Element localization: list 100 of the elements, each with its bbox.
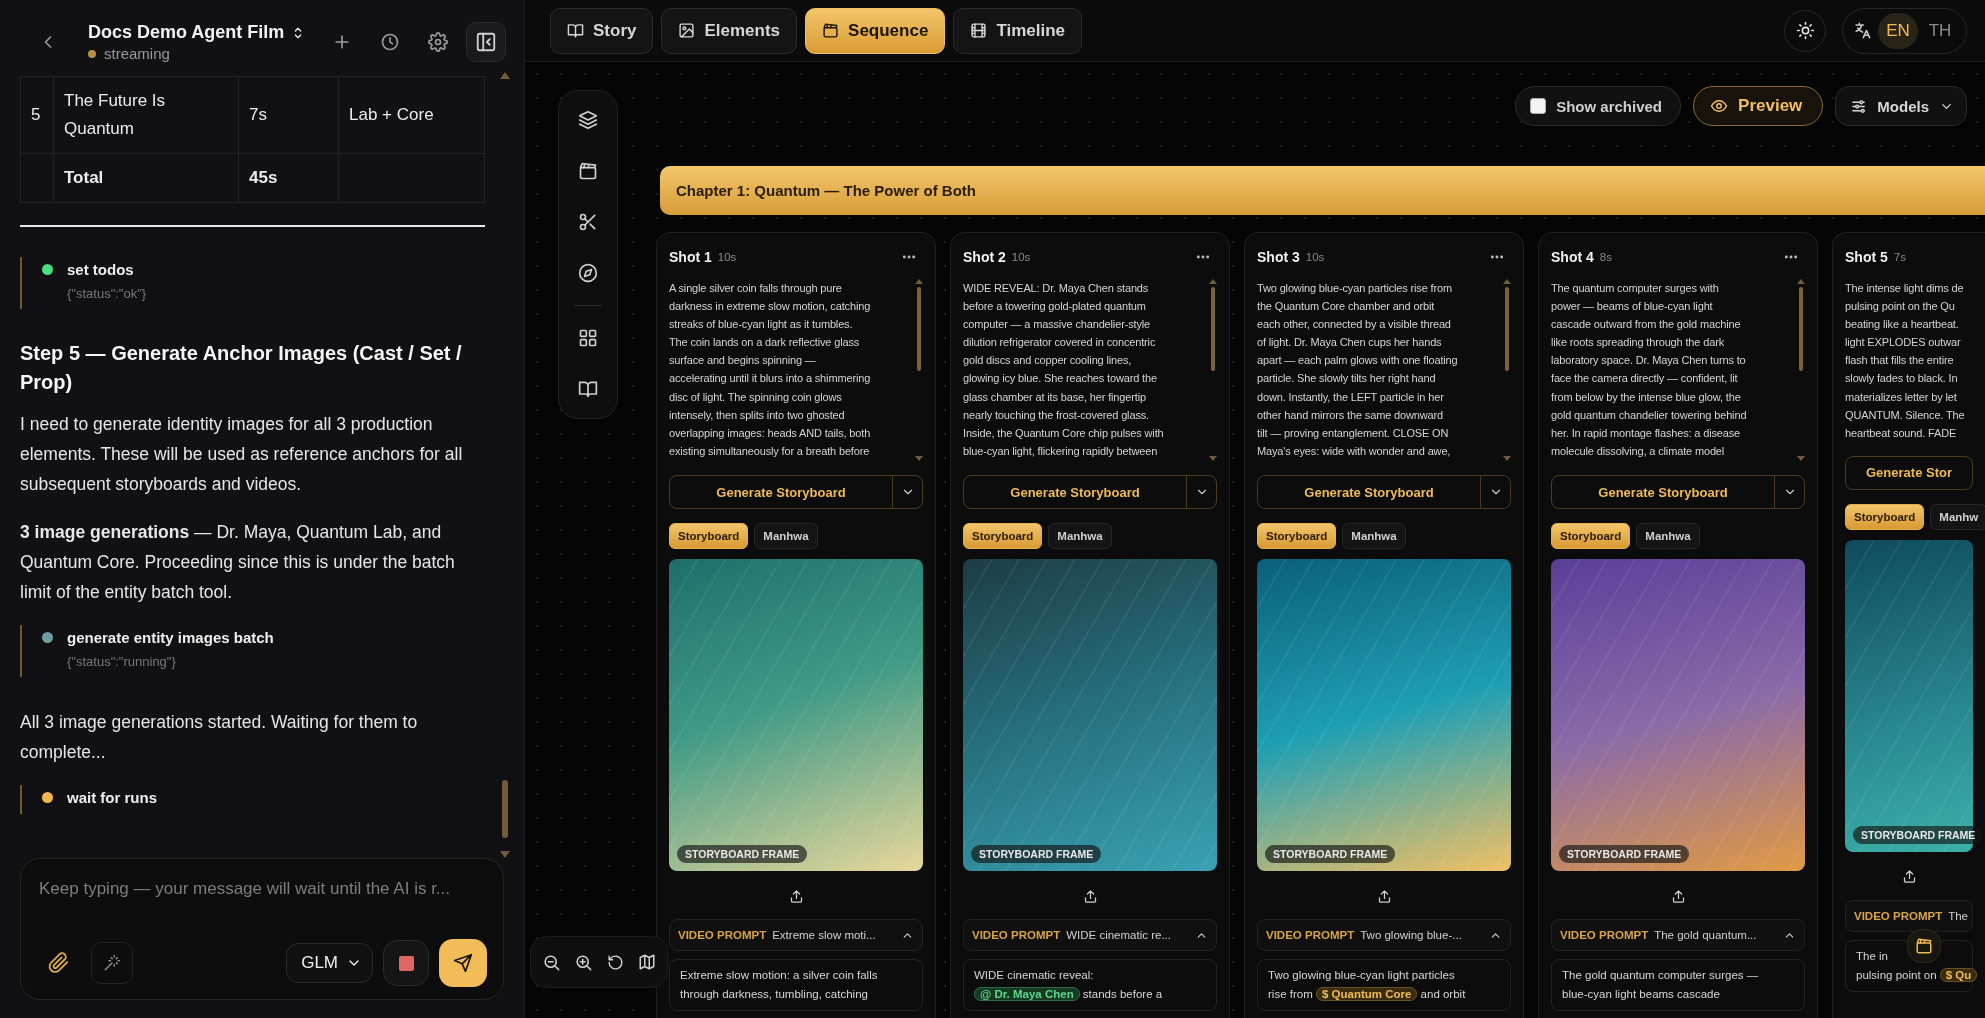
shot-title: Shot 5 xyxy=(1845,249,1888,265)
mode-tab[interactable]: Storyboard xyxy=(1257,523,1337,549)
tool-result: {"status":"running"} xyxy=(67,654,177,669)
video-prompt-text: WIDE cinematic reveal: @ Dr. Maya Chen stands before a xyxy=(963,959,1217,1011)
send-button[interactable] xyxy=(439,939,487,987)
scrollbar[interactable] xyxy=(915,279,923,461)
video-prompt-label: VIDEO PROMPT xyxy=(1266,929,1355,941)
status-text: streaming xyxy=(104,45,170,62)
mode-tab[interactable]: Manhwa xyxy=(754,523,818,549)
frame-label: STORYBOARD FRAME xyxy=(1265,845,1396,863)
models-button[interactable]: Models xyxy=(1835,86,1967,126)
video-prompt-label: VIDEO PROMPT xyxy=(1854,909,1943,922)
shot-description: The quantum computer surges with power — beams of blue-cyan light cascade outward from the gold machine like roots spreading through the dark laboratory space. Dr. Maya Chen turns to face the camera directly — confident, lit from below by the intense blue glow, the gold quantum chandelier towering behind her. In rapid montage flashes: a disease molecule dissolving, a climate model xyxy=(1551,281,1748,459)
magic-wand-icon xyxy=(103,954,121,972)
book-icon xyxy=(578,379,598,399)
zoom-in-icon xyxy=(573,952,593,972)
tool-name: generate entity images batch xyxy=(67,629,274,646)
video-prompt-header[interactable]: VIDEO PROMPT The gold quantum... xyxy=(1551,919,1805,951)
scrollbar[interactable] xyxy=(1503,279,1511,461)
show-archived-toggle[interactable]: Show archived xyxy=(1515,86,1682,126)
scrollbar[interactable] xyxy=(1209,279,1217,461)
mode-tab[interactable]: Manhwa xyxy=(1636,523,1700,549)
video-prompt-header[interactable]: VIDEO PROMPT WIDE cinematic re... xyxy=(963,919,1217,951)
video-prompt-label: VIDEO PROMPT xyxy=(1560,929,1649,941)
collapse-panel-button[interactable] xyxy=(466,22,506,62)
table-cell: 5 xyxy=(31,105,41,124)
language-option[interactable]: TH xyxy=(1920,12,1960,49)
send-icon xyxy=(453,953,473,973)
paperclip-icon xyxy=(48,952,70,974)
preview-button[interactable]: Preview xyxy=(1693,86,1824,126)
prompt-summary: The gold quantum... xyxy=(1654,929,1758,941)
status-dot xyxy=(88,49,96,58)
eye-icon xyxy=(1710,97,1729,115)
shot-duration: 10s xyxy=(1011,251,1031,263)
view-tab[interactable]: Timeline xyxy=(953,7,1083,54)
video-prompt-header[interactable]: VIDEO PROMPT Two glowing blue-... xyxy=(1257,919,1511,951)
zoom-out-icon xyxy=(541,952,561,972)
mode-tab[interactable]: Manhwa xyxy=(1342,523,1406,549)
frame-label: STORYBOARD FRAME xyxy=(1853,825,1984,844)
video-prompt-header[interactable]: VIDEO PROMPT Extreme slow moti... xyxy=(669,919,923,951)
message-input[interactable]: Keep typing — your message will wait until the AI is r... xyxy=(37,873,487,899)
project-title[interactable]: Docs Demo Agent Film xyxy=(88,22,285,43)
stop-button[interactable] xyxy=(383,940,429,986)
mode-tab[interactable]: Storyboard xyxy=(963,523,1043,549)
tool-result: {"status":"ok"} xyxy=(67,286,148,301)
prompt-summary: WIDE cinematic re... xyxy=(1066,929,1172,941)
mode-tab[interactable]: Storyboard xyxy=(1845,503,1925,530)
shot-duration: 8s xyxy=(1599,251,1612,263)
grid-icon xyxy=(578,328,598,348)
message-paragraph: 3 image generations — Dr. Maya, Quantum Lab, and Quantum Core. Proceeding since this is under the batch limit of the entity batch tool. xyxy=(20,521,456,604)
settings-icon xyxy=(428,32,448,52)
video-prompt-text: The gold quantum computer surges — blue-cyan light beams cascade xyxy=(1551,959,1805,1011)
scrollbar[interactable] xyxy=(500,72,510,858)
scrollbar[interactable] xyxy=(1797,279,1805,461)
mode-tab[interactable]: Manhwa xyxy=(1048,523,1112,549)
video-prompt-header[interactable]: VIDEO PROMPT The xyxy=(1845,899,1973,932)
shot-duration: 10s xyxy=(1305,251,1325,263)
shot-title: Shot 1 xyxy=(669,249,712,265)
prompt-summary: The xyxy=(1948,909,1968,922)
prompt-summary: Two glowing blue-... xyxy=(1360,929,1463,941)
checkbox[interactable] xyxy=(1530,98,1547,114)
model-select[interactable]: GLM xyxy=(286,943,373,983)
view-tab[interactable]: Story xyxy=(550,7,654,54)
translate-icon xyxy=(1853,21,1872,40)
view-tab[interactable]: Elements xyxy=(661,7,798,54)
video-prompt-text: Extreme slow motion: a silver coin falls through darkness, tumbling, catching xyxy=(669,959,923,1011)
message-paragraph: I need to generate identity images for all 3 production elements. These will be used as reference anchors for all subsequent storyboards and videos. xyxy=(20,413,464,496)
tool-name: set todos xyxy=(67,261,134,278)
clock-icon xyxy=(380,32,400,52)
video-prompt-text: Two glowing blue-cyan light particles rise from $ Quantum Core and orbit xyxy=(1257,959,1511,1011)
upload-icon xyxy=(1082,888,1098,904)
tool-name: wait for runs xyxy=(67,789,157,806)
shot-title: Shot 4 xyxy=(1551,249,1594,265)
clapperboard-icon xyxy=(1915,937,1933,955)
video-prompt-label: VIDEO PROMPT xyxy=(972,929,1061,941)
shot-duration: 10s xyxy=(717,251,737,263)
language-option[interactable]: EN xyxy=(1878,12,1918,49)
mode-tab[interactable]: Manhw xyxy=(1930,503,1985,530)
mode-tab[interactable]: Storyboard xyxy=(1551,523,1631,549)
step-heading: Step 5 — Generate Anchor Images (Cast / Set / Prop) xyxy=(20,341,463,395)
table-cell: Lab + Core xyxy=(349,105,434,124)
shot-description: Two glowing blue-cyan particles rise from the Quantum Core chamber and orbit each other, connected by a visible thread of light. Dr. Maya Chen cups her hands apart — each palm glows with one floating particle. She slowly tilts her right hand down. Instantly, the LEFT particle in her other hand mirrors the same downward tilt — proving entanglement. CLOSE ON Maya's eyes: wide with wonder and awe, xyxy=(1257,281,1459,459)
sliders-icon xyxy=(1850,97,1868,115)
scissors-icon xyxy=(578,212,598,232)
table-cell: 7s xyxy=(249,105,267,124)
generate-storyboard-button[interactable]: Generate Stor xyxy=(1846,456,1972,489)
frame-label: STORYBOARD FRAME xyxy=(1559,845,1690,863)
upload-icon xyxy=(1376,888,1392,904)
clapperboard-icon xyxy=(822,22,840,39)
message-paragraph: All 3 image generations started. Waiting for them to complete... xyxy=(20,711,419,764)
clapperboard-icon xyxy=(578,161,598,181)
sun-icon xyxy=(1795,21,1815,40)
view-tab[interactable]: Sequence xyxy=(805,7,946,54)
mode-tab[interactable]: Storyboard xyxy=(669,523,749,549)
reset-icon xyxy=(606,953,624,971)
frame-label: STORYBOARD FRAME xyxy=(971,845,1102,863)
upload-icon xyxy=(1901,869,1917,885)
prompt-summary: Extreme slow moti... xyxy=(772,929,877,941)
upload-icon xyxy=(1670,888,1686,904)
table-cell: Total xyxy=(64,168,104,187)
